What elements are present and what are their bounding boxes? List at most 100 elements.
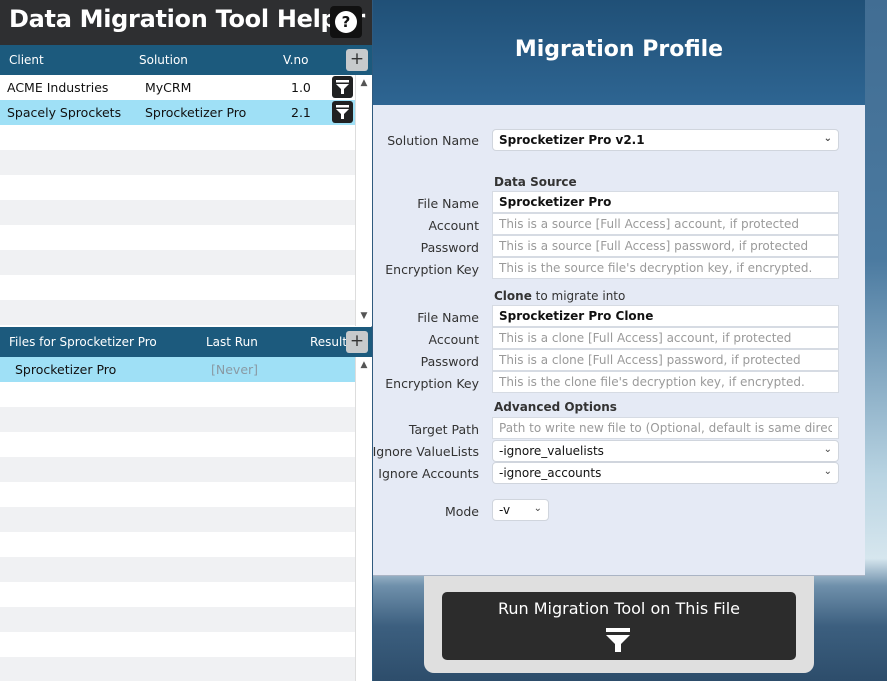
solution-name-value: Sprocketizer Pro v2.1: [499, 133, 645, 147]
run-migration-button[interactable]: Run Migration Tool on This File: [442, 592, 796, 660]
funnel-icon: [336, 80, 349, 94]
chevron-down-icon: ⌄: [533, 503, 542, 514]
ignore-accounts-select[interactable]: -ignore_accounts ⌄: [492, 462, 839, 484]
clone-account-label: Account: [428, 332, 479, 347]
client-solution: MyCRM: [145, 80, 192, 95]
client-row-selected[interactable]: Spacely Sprockets Sprocketizer Pro 2.1: [0, 100, 355, 125]
ignore-accounts-label: Ignore Accounts: [378, 466, 479, 481]
empty-row: [0, 250, 355, 275]
source-password-field[interactable]: [492, 235, 839, 257]
scroll-down-icon[interactable]: ▼: [356, 311, 372, 321]
column-header-version[interactable]: V.no: [283, 53, 308, 67]
files-scrollbar[interactable]: ▲: [355, 357, 372, 681]
scroll-up-icon[interactable]: ▲: [356, 78, 372, 88]
empty-row: [0, 482, 355, 507]
file-name: Sprocketizer Pro: [15, 362, 117, 377]
source-password-input[interactable]: [499, 239, 832, 253]
ignore-accounts-value: -ignore_accounts: [499, 466, 602, 480]
add-file-button[interactable]: +: [346, 331, 368, 353]
clients-list: ACME Industries MyCRM 1.0 Spacely Sprock…: [0, 75, 355, 326]
column-header-result[interactable]: Result: [310, 335, 347, 349]
run-migration-label: Run Migration Tool on This File: [497, 599, 741, 618]
chevron-down-icon: ⌄: [823, 133, 832, 144]
open-profile-button[interactable]: [332, 101, 353, 123]
chevron-down-icon: ⌄: [823, 466, 832, 477]
files-list-header: Files for Sprocketizer Pro Last Run Resu…: [0, 327, 372, 357]
help-button[interactable]: ?: [330, 6, 362, 38]
empty-row: [0, 557, 355, 582]
migration-profile-card: Migration Profile Solution Name Sprocket…: [373, 0, 865, 576]
app-title: Data Migration Tool Helper: [9, 5, 365, 33]
client-version: 1.0: [291, 80, 311, 95]
clone-heading-bold: Clone: [494, 289, 532, 303]
empty-row: [0, 582, 355, 607]
source-password-label: Password: [420, 240, 479, 255]
profile-title: Migration Profile: [514, 37, 724, 62]
empty-row: [0, 457, 355, 482]
mode-value: -v: [499, 503, 511, 517]
advanced-options-heading: Advanced Options: [494, 400, 617, 414]
source-encryption-label: Encryption Key: [385, 262, 479, 277]
source-encryption-input[interactable]: [499, 261, 832, 275]
app-header: Data Migration Tool Helper ?: [0, 0, 372, 45]
data-source-heading: Data Source: [494, 175, 577, 189]
solution-name-label: Solution Name: [387, 133, 479, 148]
empty-row: [0, 407, 355, 432]
clone-encryption-field[interactable]: [492, 371, 839, 393]
file-row-selected[interactable]: Sprocketizer Pro [Never]: [0, 357, 355, 382]
source-file-name-label: File Name: [417, 196, 479, 211]
clone-password-field[interactable]: [492, 349, 839, 371]
client-version: 2.1: [291, 105, 311, 120]
ignore-valuelists-select[interactable]: -ignore_valuelists ⌄: [492, 440, 839, 462]
clone-password-input[interactable]: [499, 353, 832, 367]
source-account-label: Account: [428, 218, 479, 233]
file-last-run: [Never]: [211, 362, 259, 377]
source-account-input[interactable]: [499, 217, 832, 231]
files-solution-name: Sprocketizer Pro: [59, 335, 157, 349]
scroll-up-icon[interactable]: ▲: [356, 360, 372, 370]
empty-row: [0, 607, 355, 632]
client-name: Spacely Sprockets: [7, 105, 122, 120]
column-header-last-run[interactable]: Last Run: [206, 335, 258, 349]
clone-encryption-label: Encryption Key: [385, 376, 479, 391]
empty-row: [0, 532, 355, 557]
open-profile-button[interactable]: [332, 76, 353, 98]
target-path-input[interactable]: [499, 421, 832, 435]
files-for-label: Files for: [9, 335, 56, 349]
clone-file-name-label: File Name: [417, 310, 479, 325]
client-name: ACME Industries: [7, 80, 109, 95]
add-client-button[interactable]: +: [346, 49, 368, 71]
empty-row: [0, 432, 355, 457]
column-header-client[interactable]: Client: [9, 53, 44, 67]
column-header-files[interactable]: Files for Sprocketizer Pro: [9, 335, 157, 349]
clone-account-input[interactable]: [499, 331, 832, 345]
client-solution: Sprocketizer Pro: [145, 105, 247, 120]
column-header-solution[interactable]: Solution: [139, 53, 188, 67]
source-encryption-field[interactable]: [492, 257, 839, 279]
solution-name-select[interactable]: Sprocketizer Pro v2.1 ⌄: [492, 129, 839, 151]
target-path-field[interactable]: [492, 417, 839, 439]
clone-account-field[interactable]: [492, 327, 839, 349]
mode-select[interactable]: -v ⌄: [492, 499, 549, 521]
source-account-field[interactable]: [492, 213, 839, 235]
clone-heading: Clone to migrate into: [494, 289, 625, 303]
source-file-name-field[interactable]: Sprocketizer Pro: [492, 191, 839, 213]
clients-list-header: Client Solution V.no +: [0, 45, 372, 75]
client-row[interactable]: ACME Industries MyCRM 1.0: [0, 75, 355, 100]
empty-row: [0, 175, 355, 200]
left-panel: Data Migration Tool Helper ? Client Solu…: [0, 0, 372, 681]
help-icon: ?: [335, 11, 357, 33]
funnel-icon: [336, 105, 349, 119]
empty-row: [0, 200, 355, 225]
empty-row: [0, 632, 355, 657]
clone-file-name-field[interactable]: Sprocketizer Pro Clone: [492, 305, 839, 327]
empty-row: [0, 300, 355, 325]
empty-row: [0, 125, 355, 150]
profile-header: Migration Profile: [373, 0, 865, 105]
target-path-label: Target Path: [408, 422, 479, 437]
clients-scrollbar[interactable]: ▲ ▼: [355, 75, 372, 326]
empty-row: [0, 382, 355, 407]
empty-row: [0, 507, 355, 532]
clone-encryption-input[interactable]: [499, 375, 832, 389]
files-list: Sprocketizer Pro [Never]: [0, 357, 355, 681]
